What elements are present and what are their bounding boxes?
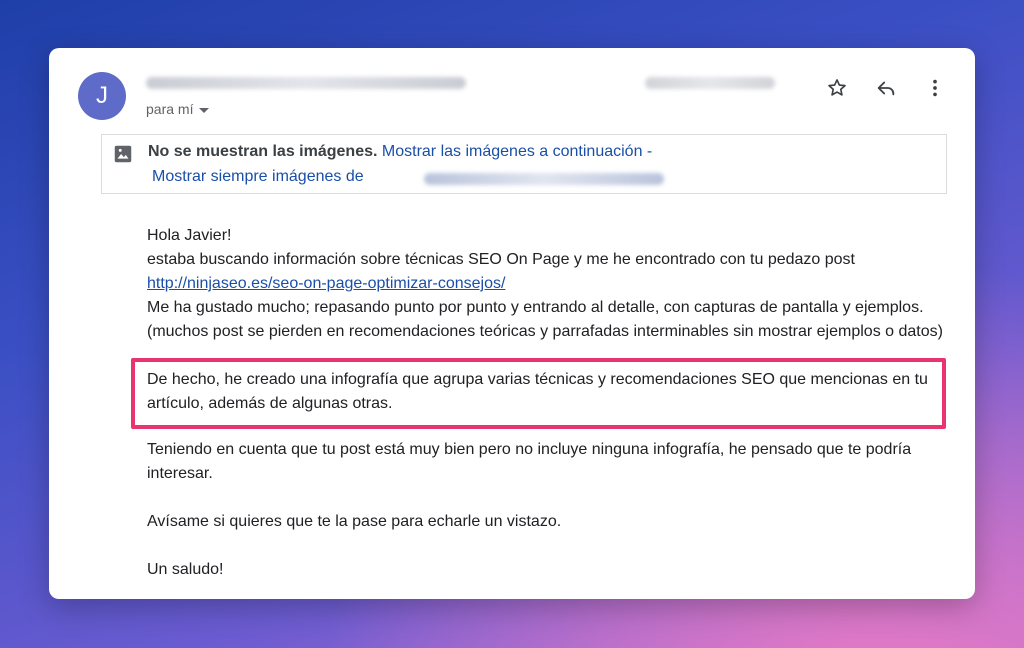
recipient-label: para mí [146, 101, 194, 117]
highlighted-paragraph: De hecho, he creado una infografía que a… [147, 371, 928, 412]
images-hidden-notice: No se muestran las imágenes. [148, 143, 378, 160]
message-line-3: (muchos post se pierden en recomendacion… [147, 323, 943, 340]
star-icon[interactable] [825, 76, 849, 100]
chevron-down-icon [199, 107, 210, 113]
recipient-details-toggle[interactable]: para mí [146, 101, 210, 117]
message-line-2: Me ha gustado mucho; repasando punto por… [147, 299, 924, 316]
banner-separator: - [642, 143, 653, 160]
sender-avatar[interactable]: J [78, 72, 126, 120]
greeting: Hola Javier! [147, 227, 232, 244]
message-paragraph-3: Avísame si quieres que te la pase para e… [147, 513, 562, 530]
date-redacted [645, 77, 775, 89]
sender-name-redacted [146, 77, 466, 89]
avatar-letter: J [96, 82, 108, 109]
image-icon [112, 143, 134, 165]
always-show-images-link[interactable]: Mostrar siempre imágenes de [152, 168, 364, 185]
message-closing: Un saludo! [147, 561, 224, 578]
message-paragraph-2: Teniendo en cuenta que tu post está muy … [147, 441, 912, 482]
post-link[interactable]: http://ninjaseo.es/seo-on-page-optimizar… [147, 275, 505, 292]
more-vert-icon[interactable] [923, 76, 947, 100]
images-hidden-banner: No se muestran las imágenes. Mostrar las… [101, 134, 947, 194]
message-line-1: estaba buscando información sobre técnic… [147, 251, 855, 268]
sender-address-redacted [424, 173, 664, 185]
show-images-below-link[interactable]: Mostrar las imágenes a continuación [382, 143, 643, 160]
email-card: J para mí No se muestran las imágenes. M… [49, 48, 975, 599]
reply-icon[interactable] [874, 76, 898, 100]
message-body: Hola Javier! estaba buscando información… [147, 224, 957, 344]
